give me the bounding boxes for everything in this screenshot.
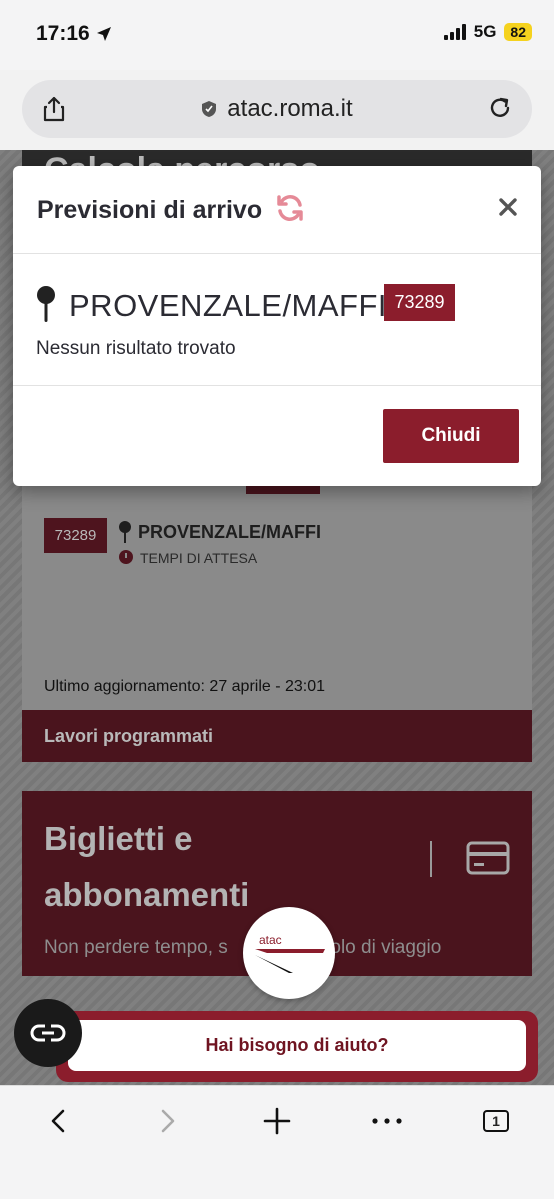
help-button[interactable]: Hai bisogno di aiuto? — [68, 1020, 526, 1071]
arrival-forecast-modal: Previsioni di arrivo PROVENZALE/MAFFI 73… — [13, 166, 541, 486]
modal-header: Previsioni di arrivo — [13, 166, 541, 254]
clock-icon — [119, 550, 133, 564]
stop-code-badge[interactable]: 73289 — [44, 518, 107, 553]
divider — [430, 841, 432, 877]
new-tab-button[interactable] — [257, 1106, 297, 1136]
location-arrow-icon — [97, 27, 111, 41]
more-icon — [372, 1118, 402, 1124]
close-button[interactable]: Chiudi — [383, 409, 519, 463]
last-update-text: Ultimo aggiornamento: 27 aprile - 23:01 — [44, 678, 326, 695]
map-pin-icon — [37, 286, 55, 322]
tickets-title: Biglietti e abbonamenti — [44, 820, 250, 913]
status-time: 17:16 — [36, 22, 90, 45]
status-bar: 17:16 5G 82 — [0, 0, 554, 70]
forward-button[interactable] — [148, 1106, 188, 1136]
network-label: 5G — [473, 22, 497, 41]
no-result-message: Nessun risultato trovato — [36, 338, 236, 359]
status-indicators: 5G 82 — [443, 22, 532, 42]
back-icon — [51, 1109, 65, 1133]
signal-icon — [443, 24, 466, 40]
atac-logo — [255, 949, 325, 973]
url-bar[interactable]: atac.roma.it — [22, 80, 532, 138]
close-icon[interactable] — [497, 196, 519, 218]
url-text: atac.roma.it — [227, 95, 353, 122]
waiting-times-link[interactable]: TEMPI DI ATTESA — [140, 550, 257, 566]
reload-icon[interactable] — [488, 96, 512, 120]
accessibility-icon — [30, 1024, 66, 1042]
shield-icon — [202, 101, 217, 117]
stop-name: PROVENZALE/MAFFI — [69, 288, 388, 323]
plus-icon — [263, 1107, 291, 1135]
forward-icon — [161, 1109, 175, 1133]
battery-indicator: 82 — [504, 23, 532, 41]
atac-logo-button[interactable]: atac — [243, 907, 335, 999]
help-bar: Hai bisogno di aiuto? — [56, 1011, 538, 1082]
share-icon[interactable] — [42, 96, 66, 122]
tabs-icon: 1 — [483, 1110, 509, 1132]
modal-title: Previsioni di arrivo — [37, 196, 263, 224]
credit-card-icon — [466, 841, 510, 875]
back-button[interactable] — [38, 1106, 78, 1136]
stop-code-badge: 73289 — [384, 284, 455, 321]
tabs-button[interactable]: 1 — [476, 1106, 516, 1136]
url-display[interactable]: atac.roma.it — [201, 95, 353, 123]
more-button[interactable] — [367, 1106, 407, 1136]
modal-body: PROVENZALE/MAFFI 73289 Nessun risultato … — [13, 254, 541, 386]
stop-name-link[interactable]: PROVENZALE/MAFFI — [138, 522, 321, 543]
browser-toolbar: 1 — [0, 1085, 554, 1199]
accessibility-button[interactable] — [14, 999, 82, 1067]
refresh-icon[interactable] — [275, 193, 305, 223]
map-pin-icon — [119, 521, 131, 543]
works-banner[interactable]: Lavori programmati — [22, 710, 532, 762]
